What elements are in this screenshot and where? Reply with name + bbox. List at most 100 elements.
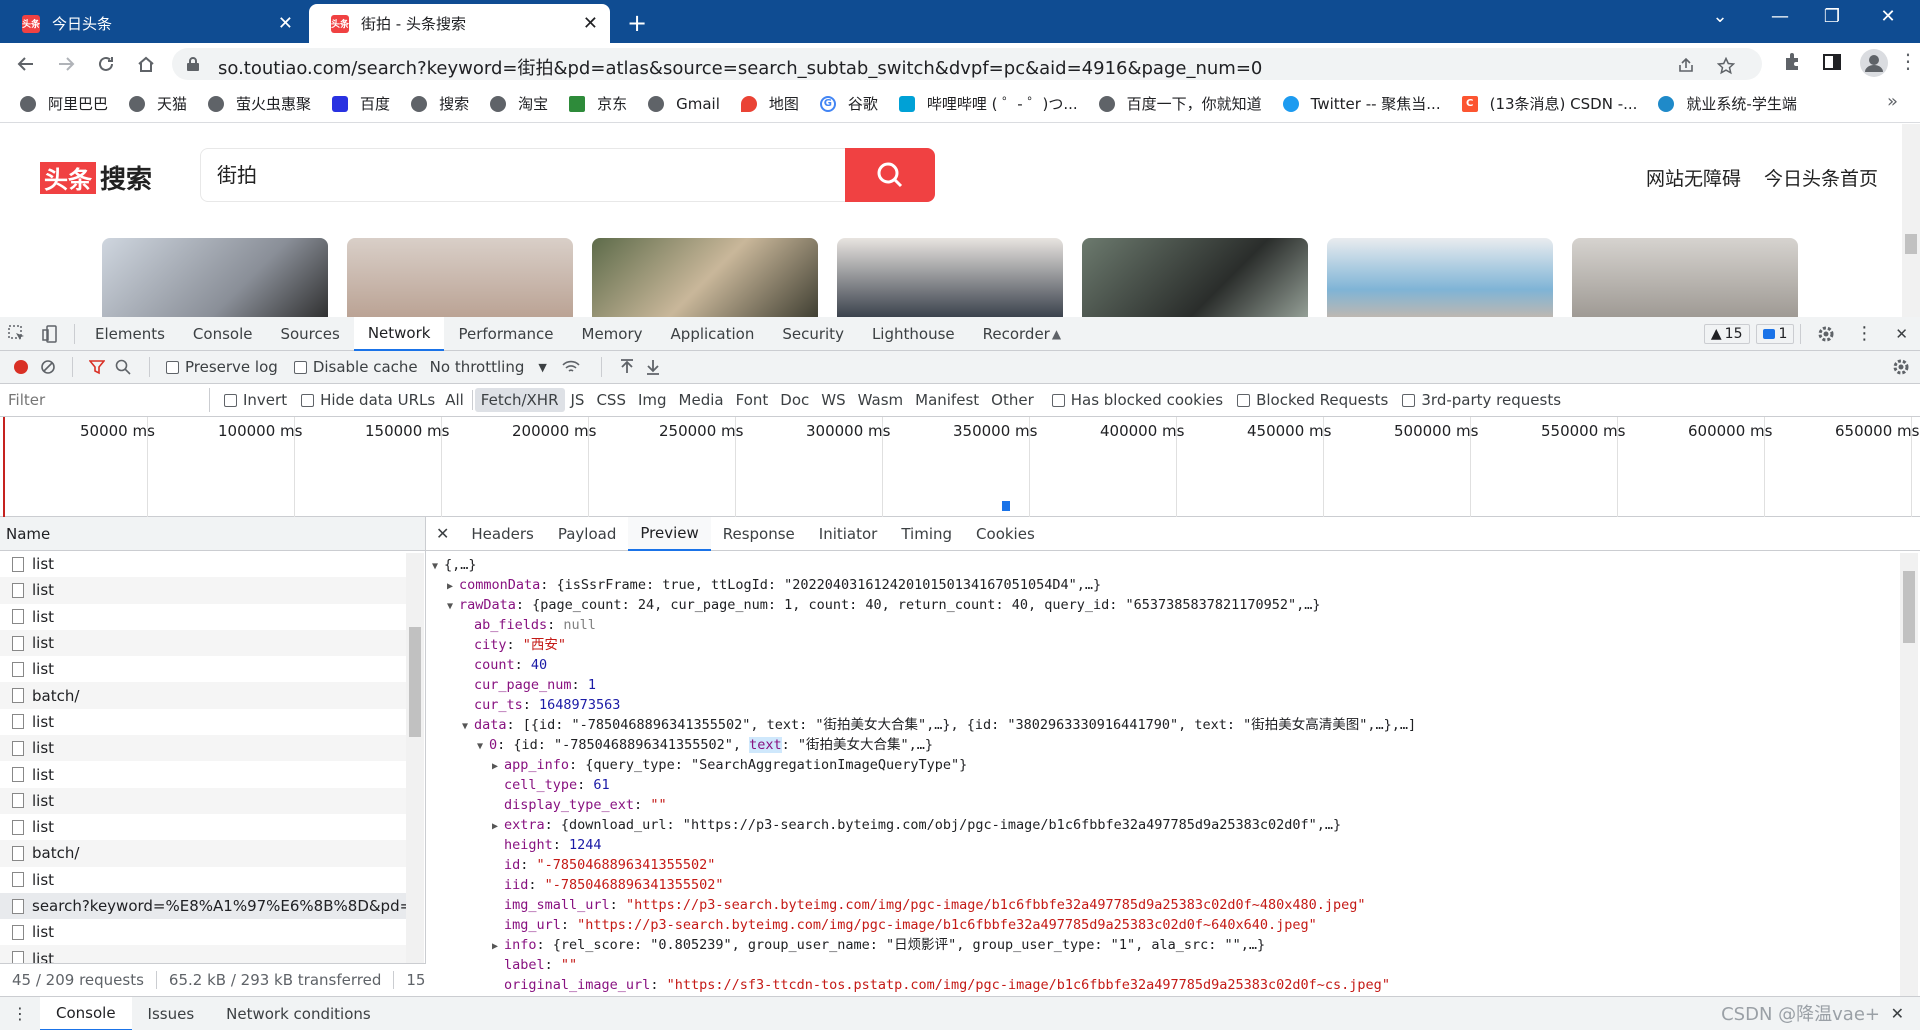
toutiao-search-logo[interactable]: 头条 搜索 [40, 159, 152, 196]
lock-icon[interactable] [186, 56, 200, 72]
table-row-selected[interactable]: search?keyword=%E8%A1%97%E6%8B%8D&pd=atl… [0, 892, 406, 920]
filter-type-all[interactable]: All [439, 388, 470, 412]
table-row[interactable]: list [0, 709, 406, 735]
bookmark-item[interactable]: 天猫 [129, 93, 187, 114]
gallery-thumbnail[interactable] [837, 238, 1063, 317]
window-close-icon[interactable]: ✕ [1868, 6, 1908, 27]
bookmark-item[interactable]: Twitter -- 聚焦当... [1282, 93, 1441, 114]
filter-type-doc[interactable]: Doc [774, 388, 815, 412]
expand-triangle-icon[interactable]: ▼ [477, 737, 489, 757]
drawer-close-icon[interactable]: ✕ [1891, 1004, 1904, 1023]
network-conditions-wifi-icon[interactable] [561, 359, 581, 375]
forward-arrow-icon[interactable] [54, 52, 78, 76]
tab-headers[interactable]: Headers [459, 517, 545, 551]
bookmark-item[interactable]: C (13条消息) CSDN -... [1461, 93, 1637, 114]
tab-close-icon[interactable]: ✕ [278, 13, 293, 34]
collapse-triangle-icon[interactable]: ▶ [492, 937, 504, 957]
filter-type-manifest[interactable]: Manifest [909, 388, 985, 412]
preview-scrollbar[interactable] [1900, 553, 1918, 996]
scrollbar-thumb[interactable] [1903, 571, 1915, 643]
bookmark-item[interactable]: 京东 [569, 93, 627, 114]
search-button[interactable] [845, 148, 935, 202]
table-row[interactable]: list [0, 629, 406, 657]
filter-type-fetch-xhr[interactable]: Fetch/XHR [474, 388, 565, 412]
bookmark-item[interactable]: 哔哩哔哩 ( ゜- ゜)つ... [898, 93, 1078, 114]
filter-type-other[interactable]: Other [985, 388, 1040, 412]
expand-triangle-icon[interactable]: ▼ [447, 597, 459, 617]
table-row[interactable]: batch/ [0, 682, 406, 709]
import-har-icon[interactable] [620, 359, 634, 375]
table-row[interactable]: list [0, 761, 406, 787]
table-row[interactable]: list [0, 814, 406, 840]
bookmark-item[interactable]: 就业系统-学生端 [1658, 93, 1797, 114]
export-har-icon[interactable] [646, 359, 660, 375]
scrollbar-thumb[interactable] [409, 627, 421, 737]
tab-timing[interactable]: Timing [889, 517, 964, 551]
tab-preview[interactable]: Preview [628, 516, 711, 551]
settings-gear-icon[interactable] [1807, 317, 1845, 351]
devtools-menu-icon[interactable]: ⋮ [1845, 317, 1883, 351]
disable-cache-checkbox[interactable] [293, 360, 307, 374]
bookmark-item[interactable]: 百度一下，你就知道 [1098, 93, 1262, 114]
browser-tab-search[interactable]: 头条 街拍 - 头条搜索 ✕ [309, 4, 610, 43]
collapse-triangle-icon[interactable]: ▶ [492, 817, 504, 837]
browser-tab-toutiao[interactable]: 头条 今日头条 ✕ [0, 4, 305, 43]
gallery-thumbnail[interactable] [102, 238, 328, 317]
gallery-thumbnail[interactable] [1082, 238, 1308, 317]
profile-avatar-icon[interactable] [1860, 49, 1888, 77]
chrome-menu-icon[interactable]: ⋮ [1898, 49, 1918, 73]
blocked-requests-checkbox[interactable] [1237, 393, 1251, 407]
bookmark-item[interactable]: 萤火虫惠聚 [208, 93, 311, 114]
json-preview-tree[interactable]: ▼ {,…} ▶ commonData: {isSsrFrame: true, ttL… [426, 553, 1900, 996]
table-row[interactable]: batch/ [0, 840, 406, 867]
inspect-element-icon[interactable] [0, 317, 34, 351]
bookmarks-overflow-icon[interactable]: » [1887, 91, 1898, 112]
tab-response[interactable]: Response [711, 517, 807, 551]
table-row[interactable]: list [0, 787, 406, 814]
filter-type-media[interactable]: Media [673, 388, 730, 412]
warnings-counter[interactable]: ▲ 15 [1703, 323, 1750, 344]
tab-lighthouse[interactable]: Lighthouse [858, 317, 969, 351]
gallery-thumbnail[interactable] [592, 238, 818, 317]
bookmark-item[interactable]: 淘宝 [490, 93, 548, 114]
bookmark-item[interactable]: 阿里巴巴 [20, 93, 108, 114]
tab-payload[interactable]: Payload [546, 517, 629, 551]
json-tree-line[interactable]: ▶ info: {rel_score: "0.805239", group_use… [426, 935, 1900, 955]
accessibility-link[interactable]: 网站无障碍 [1646, 164, 1741, 191]
table-row[interactable]: list [0, 656, 406, 682]
side-panel-icon[interactable] [1822, 52, 1842, 72]
request-list-scrollbar[interactable] [406, 553, 424, 963]
json-tree-line[interactable]: ▶ extra: {download_url: "https://p3-searc… [426, 815, 1900, 835]
reload-icon[interactable] [94, 52, 118, 76]
network-overview-timeline[interactable]: 50000 ms 100000 ms 150000 ms 200000 ms 2… [0, 417, 1920, 517]
bookmark-star-icon[interactable] [1717, 57, 1735, 75]
filter-type-img[interactable]: Img [632, 388, 673, 412]
tab-security[interactable]: Security [768, 317, 858, 351]
scrollbar-thumb[interactable] [1905, 234, 1917, 254]
tab-search-chevron-icon[interactable]: ⌄ [1700, 6, 1740, 27]
table-row[interactable]: list [0, 919, 406, 945]
collapse-triangle-icon[interactable]: ▶ [447, 577, 459, 597]
has-blocked-cookies-checkbox[interactable] [1051, 393, 1065, 407]
device-toolbar-icon[interactable] [34, 317, 68, 351]
preserve-log-checkbox[interactable] [166, 360, 179, 374]
search-input[interactable] [217, 161, 817, 185]
tab-application[interactable]: Application [657, 317, 769, 351]
network-settings-gear-icon[interactable] [1892, 358, 1910, 376]
restore-icon[interactable]: ❐ [1812, 6, 1852, 27]
tab-cookies[interactable]: Cookies [964, 517, 1047, 551]
table-row[interactable]: list [0, 867, 406, 893]
tab-recorder[interactable]: Recorder [969, 317, 1052, 351]
url-text[interactable]: so.toutiao.com/search?keyword=街拍&pd=atla… [218, 54, 1262, 80]
tab-memory[interactable]: Memory [568, 317, 657, 351]
bookmark-item[interactable]: 地图 [740, 93, 799, 114]
extensions-puzzle-icon[interactable] [1782, 52, 1802, 72]
json-tree-line[interactable]: ▼ data: [{id: "-7850468896341355502", tex… [426, 715, 1900, 735]
clear-icon[interactable] [40, 359, 56, 375]
table-row[interactable]: list [0, 577, 406, 604]
page-scrollbar[interactable] [1902, 124, 1920, 317]
gallery-thumbnail[interactable] [1572, 238, 1798, 317]
name-column-header[interactable]: Name [0, 517, 425, 551]
filter-type-font[interactable]: Font [730, 388, 775, 412]
invert-checkbox[interactable] [224, 393, 237, 407]
